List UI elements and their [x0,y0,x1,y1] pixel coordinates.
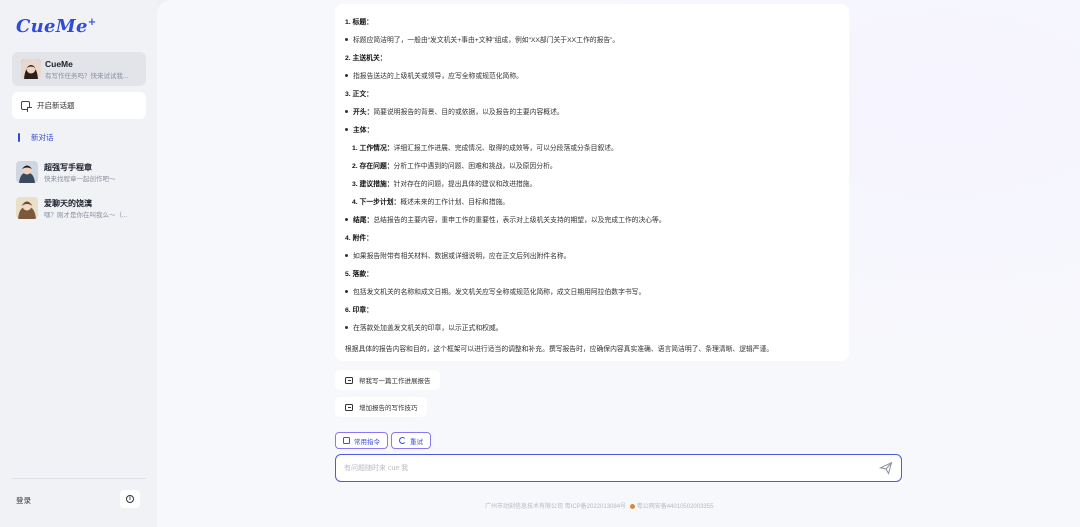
message-text: 标题应简洁明了，一般由“发文机关+事由+文种”组成，例如“XX部门关于XX工作的… [353,37,620,44]
message-line: 在落款处加盖发文机关的印章，以示正式和权威。 [345,322,503,332]
bullet-icon [345,253,348,257]
message-bold: 3. 建议措施： [352,181,394,188]
chat-item-writer[interactable]: 超强写手程章 快来找程章一起创作吧～ [16,159,148,185]
chat-title: 超强写手程章 [44,163,92,172]
police-badge-icon [629,503,635,509]
agent-name: CueMe [45,59,73,69]
message-line: 结尾：总结报告的主要内容，重申工作的重要性，表示对上级机关支持的期望，以及完成工… [345,214,666,224]
bullet-icon [345,127,348,131]
suggestion-button[interactable]: 帮我写一篇工作进展报告 [335,370,440,390]
current-chat-item[interactable]: 新对话 [18,131,54,143]
message-bold: 4. 下一步计划： [352,199,401,206]
message-line: 6. 印章： [345,304,373,314]
message-text: 简要说明报告的背景、目的或依据，以及报告的主要内容概述。 [373,109,564,116]
common-commands-button[interactable]: 常用指令 [335,432,388,449]
retry-label: 重试 [410,438,423,446]
message-text: 根据具体的报告内容和目的，这个框架可以进行适当的调整和补充。撰写报告时，应确保内… [345,346,774,353]
chat-input-box[interactable] [335,454,902,482]
message-line: 开头：简要说明报告的背景、目的或依据，以及报告的主要内容概述。 [345,106,564,116]
message-line: 4. 下一步计划：概述未来的工作计划、目标和措施。 [352,196,509,206]
chat-subtitle: 嘿？刚才是你在叫我么～（... [44,212,128,219]
login-link[interactable]: 登录 [16,495,31,506]
message-line: 3. 正文： [345,88,373,98]
info-button[interactable]: i [120,490,140,508]
current-chat-label: 新对话 [31,132,54,142]
suggestion-button[interactable]: 增加报告的写作技巧 [335,397,427,417]
message-text: 针对存在的问题，提出具体的建议和改进措施。 [393,181,537,188]
agent-avatar [21,59,41,79]
chat-avatar [16,161,38,183]
message-text: 概述未来的工作计划、目标和措施。 [400,199,510,206]
message-text: 总结报告的主要内容，重申工作的重要性，表示对上级机关支持的期望，以及完成工作的决… [373,217,666,224]
message-heading: 5. 落款： [345,271,373,278]
chat-subtitle: 快来找程章一起创作吧～ [44,176,116,183]
bullet-icon [345,289,348,293]
bullet-icon [345,325,348,329]
bullet-icon [345,37,348,41]
message-text: 分析工作中遇到的问题、困难和挑战，以及原因分析。 [393,163,557,170]
bullet-icon [345,73,348,77]
message-line: 1. 标题： [345,16,373,26]
sidebar-divider [12,478,146,479]
message-line: 指报告送达的上级机关或领导，应写全称或规范化简称。 [345,70,523,80]
message-line: 2. 存在问题：分析工作中遇到的问题、困难和挑战，以及原因分析。 [352,160,557,170]
message-bold: 开头： [353,109,374,116]
message-line: 4. 附件： [345,232,373,242]
message-bold: 主体： [353,127,374,134]
chat-input[interactable] [344,462,864,474]
message-line: 5. 落款： [345,268,373,278]
send-icon[interactable] [879,461,893,475]
commands-icon [343,437,350,444]
bullet-icon [345,109,348,113]
bullet-icon [345,217,348,221]
agent-subtitle: 有写作任务吗？快来试试我... [45,73,129,80]
common-commands-label: 常用指令 [354,438,380,446]
chat-avatar [16,197,38,219]
chat-title: 爱聊天的饶漓 [44,199,92,208]
app-logo[interactable]: CueMe+ [16,16,96,37]
active-indicator [18,132,20,142]
message-text: 如果报告附带有相关材料、数据或详细说明，应在正文后列出附件名称。 [353,253,571,260]
footer: 广州市动刻信息技术有限公司 粤ICP备2022013084号 粤公网安备4401… [485,501,713,510]
message-line: 1. 工作情况：详细汇报工作进展、完成情况、取得的成效等，可以分段落或分条目叙述… [352,142,618,152]
message-text: 在落款处加盖发文机关的印章，以示正式和权威。 [353,325,503,332]
message-line: 包括发文机关的名称和成文日期。发文机关应写全称或规范化简称，成文日期用阿拉伯数字… [345,286,645,296]
message-heading: 3. 正文： [345,91,373,98]
footer-company: 广州市动刻信息技术有限公司 粤ICP备2022013084号 [485,504,627,510]
message-line: 2. 主送机关： [345,52,387,62]
message-heading: 4. 附件： [345,235,373,242]
info-icon: i [126,495,134,503]
message-line: 主体： [345,124,373,134]
message-text: 包括发文机关的名称和成文日期。发文机关应写全称或规范化简称，成文日期用阿拉伯数字… [353,289,646,296]
message-bold: 结尾： [353,217,374,224]
message-heading: 6. 印章： [345,307,373,314]
sidebar: CueMe+ CueMe 有写作任务吗？快来试试我... 开启新话题 新对话 超… [0,0,157,527]
message-heading: 2. 主送机关： [345,55,387,62]
message-line: 标题应简洁明了，一般由“发文机关+事由+文种”组成，例如“XX部门关于XX工作的… [345,34,619,44]
new-chat-button[interactable]: 开启新话题 [12,92,146,119]
refresh-icon [399,437,406,444]
message-line: 根据具体的报告内容和目的，这个框架可以进行适当的调整和补充。撰写报告时，应确保内… [345,343,773,353]
message-heading: 1. 标题： [345,19,373,26]
new-chat-label: 开启新话题 [37,101,75,110]
message-text: 详细汇报工作进展、完成情况、取得的成效等，可以分段落或分条目叙述。 [393,145,618,152]
message-line: 3. 建议措施：针对存在的问题，提出具体的建议和改进措施。 [352,178,536,188]
footer-police: 粤公网安备44010502003355 [636,504,714,510]
chat-item-chatty[interactable]: 爱聊天的饶漓 嘿？刚才是你在叫我么～（... [16,195,148,221]
suggestion-icon [345,403,353,411]
new-chat-icon [21,101,32,112]
suggestion-label: 增加报告的写作技巧 [359,405,418,412]
message-bold: 2. 存在问题： [352,163,394,170]
agent-card-cueme[interactable]: CueMe 有写作任务吗？快来试试我... [12,52,146,86]
message-text: 指报告送达的上级机关或领导，应写全称或规范化简称。 [353,73,523,80]
message-bold: 1. 工作情况： [352,145,394,152]
message-line: 如果报告附带有相关材料、数据或详细说明，应在正文后列出附件名称。 [345,250,571,260]
suggestion-icon [345,376,353,384]
retry-button[interactable]: 重试 [391,432,431,449]
suggestion-label: 帮我写一篇工作进展报告 [359,378,431,385]
